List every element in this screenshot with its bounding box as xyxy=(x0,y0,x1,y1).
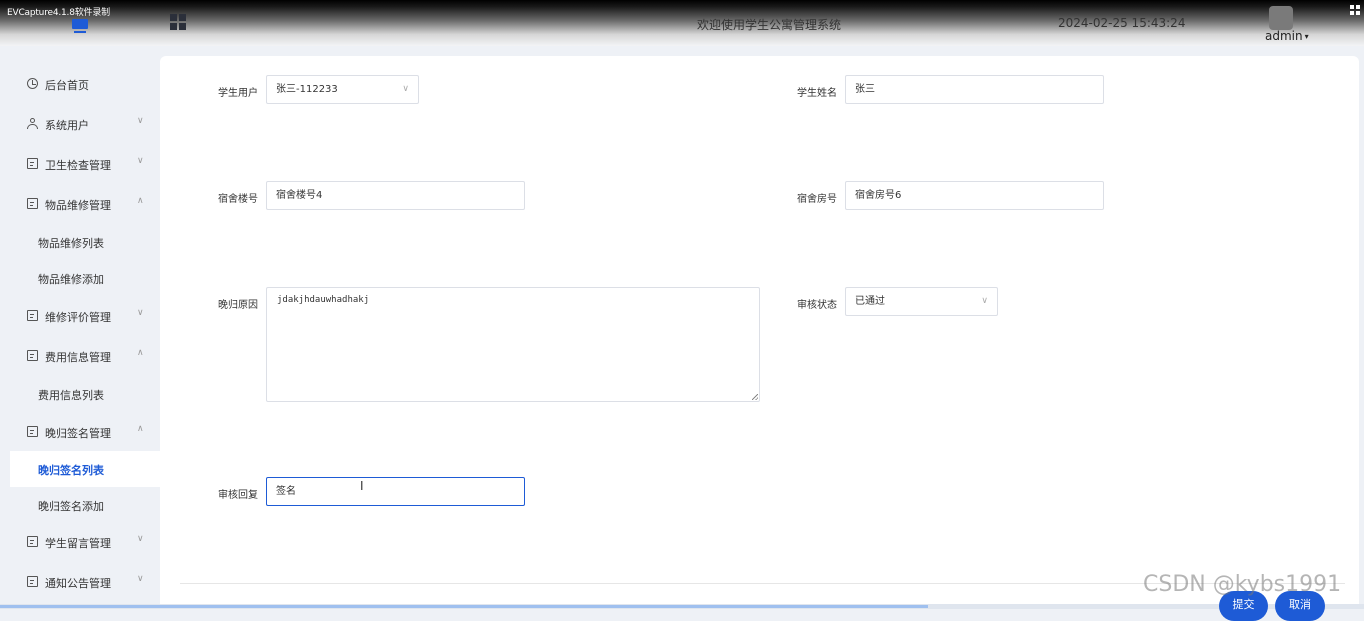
clock-icon xyxy=(27,78,38,89)
sidebar-item-label: 晚归签名列表 xyxy=(38,464,104,477)
sidebar-item-label: 后台首页 xyxy=(45,79,89,92)
building-label: 宿舍楼号 xyxy=(218,194,258,205)
card-icon xyxy=(27,158,38,169)
card-icon xyxy=(27,310,38,321)
student-name-field[interactable]: 张三 xyxy=(845,75,1104,104)
building-field[interactable]: 宿舍楼号4 xyxy=(266,181,525,210)
sidebar-item-label: 物品维修添加 xyxy=(38,273,104,286)
sidebar-item-label: 物品维修管理 xyxy=(45,199,111,212)
audit-status-value: 已通过 xyxy=(855,296,885,307)
student-name-label: 学生姓名 xyxy=(797,88,837,99)
chevron-down-icon: ∨ xyxy=(137,534,144,544)
sidebar-item-late-return[interactable]: 晚归签名管理 ∧ xyxy=(10,412,160,452)
audit-status-select[interactable]: 已通过 ∨ xyxy=(845,287,998,316)
audit-reply-value: 签名 xyxy=(276,486,296,497)
chevron-down-icon: ∨ xyxy=(981,296,988,306)
sidebar-item-home[interactable]: 后台首页 xyxy=(10,64,160,104)
card-icon xyxy=(27,536,38,547)
chevron-down-icon: ∨ xyxy=(137,156,144,166)
user-menu[interactable]: admin ▾ xyxy=(1265,29,1309,43)
sidebar-item-label: 物品维修列表 xyxy=(38,237,104,250)
scroll-progress-fill xyxy=(0,605,928,608)
caret-down-icon: ▾ xyxy=(1304,32,1309,41)
sidebar-item-repair-rating[interactable]: 维修评价管理 ∨ xyxy=(10,296,160,336)
student-user-value: 张三-112233 xyxy=(276,84,338,95)
sidebar-item-label: 系统用户 xyxy=(45,119,89,132)
chevron-up-icon: ∧ xyxy=(137,196,144,206)
card-icon xyxy=(27,198,38,209)
audit-reply-label: 审核回复 xyxy=(218,490,258,501)
sidebar-item-repair-list[interactable]: 物品维修列表 xyxy=(10,224,160,260)
chevron-down-icon: ∨ xyxy=(137,574,144,584)
sidebar-item-hygiene[interactable]: 卫生检查管理 ∨ xyxy=(10,144,160,184)
monitor-logo-icon xyxy=(70,19,90,33)
top-header: EVCapture4.1.8软件录制 欢迎使用学生公寓管理系统 2024-02-… xyxy=(0,0,1364,46)
room-label: 宿舍房号 xyxy=(797,194,837,205)
resize-handle-icon[interactable] xyxy=(752,394,758,400)
room-field[interactable]: 宿舍房号6 xyxy=(845,181,1104,210)
student-user-label: 学生用户 xyxy=(218,88,258,99)
sidebar-item-fees[interactable]: 费用信息管理 ∧ xyxy=(10,336,160,376)
username: admin xyxy=(1265,29,1303,43)
window-grid-icon[interactable] xyxy=(1350,5,1360,15)
sidebar-item-label: 学生留言管理 xyxy=(45,537,111,550)
text-cursor-icon: I xyxy=(360,479,364,493)
card-icon xyxy=(27,350,38,361)
sidebar-item-late-return-list[interactable]: 晚归签名列表 xyxy=(10,451,160,487)
room-value: 宿舍房号6 xyxy=(855,190,902,201)
sidebar-item-label: 晚归签名添加 xyxy=(38,500,104,513)
sidebar-item-label: 卫生检查管理 xyxy=(45,159,111,172)
chevron-up-icon: ∧ xyxy=(137,424,144,434)
sidebar-item-label: 维修评价管理 xyxy=(45,311,111,324)
sidebar-item-messages[interactable]: 学生留言管理 ∨ xyxy=(10,522,160,562)
sidebar-item-fee-list[interactable]: 费用信息列表 xyxy=(10,376,160,412)
current-datetime: 2024-02-25 15:43:24 xyxy=(1058,16,1186,30)
student-user-select[interactable]: 张三-112233 ∨ xyxy=(266,75,419,104)
chevron-up-icon: ∧ xyxy=(137,348,144,358)
sidebar-item-label: 晚归签名管理 xyxy=(45,427,111,440)
sidebar-item-system-users[interactable]: 系统用户 ∨ xyxy=(10,104,160,144)
chevron-down-icon: ∨ xyxy=(137,116,144,126)
watermark: CSDN @kybs1991 xyxy=(1143,572,1342,597)
reason-value: jdakjhdauwhadhakj xyxy=(277,295,370,305)
sidebar-item-late-return-add[interactable]: 晚归签名添加 xyxy=(10,487,160,523)
card-icon xyxy=(27,426,38,437)
sidebar-item-notices[interactable]: 通知公告管理 ∨ xyxy=(10,562,160,602)
chevron-down-icon: ∨ xyxy=(137,308,144,318)
audit-reply-field[interactable]: 签名 xyxy=(266,477,525,506)
sidebar-item-repair[interactable]: 物品维修管理 ∧ xyxy=(10,184,160,224)
card-icon xyxy=(27,576,38,587)
reason-label: 晚归原因 xyxy=(218,300,258,311)
sidebar-item-label: 通知公告管理 xyxy=(45,577,111,590)
recorder-label: EVCapture4.1.8软件录制 xyxy=(7,8,110,18)
sidebar-item-repair-add[interactable]: 物品维修添加 xyxy=(10,260,160,296)
system-title: 欢迎使用学生公寓管理系统 xyxy=(697,18,842,32)
sidebar-item-label: 费用信息管理 xyxy=(45,351,111,364)
student-name-value: 张三 xyxy=(855,84,875,95)
reason-textarea[interactable]: jdakjhdauwhadhakj xyxy=(266,287,760,402)
sidebar: 后台首页 系统用户 ∨ 卫生检查管理 ∨ 物品维修管理 ∧ 物品维修列表 物品维… xyxy=(0,56,160,609)
chevron-down-icon: ∨ xyxy=(402,84,409,94)
building-value: 宿舍楼号4 xyxy=(276,190,323,201)
scroll-progress-bar[interactable] xyxy=(0,604,1364,609)
sidebar-item-label: 费用信息列表 xyxy=(38,389,104,402)
avatar[interactable] xyxy=(1269,6,1293,30)
user-icon xyxy=(27,118,38,129)
audit-status-label: 审核状态 xyxy=(797,300,837,311)
menu-toggle-grid-icon[interactable] xyxy=(170,14,186,30)
